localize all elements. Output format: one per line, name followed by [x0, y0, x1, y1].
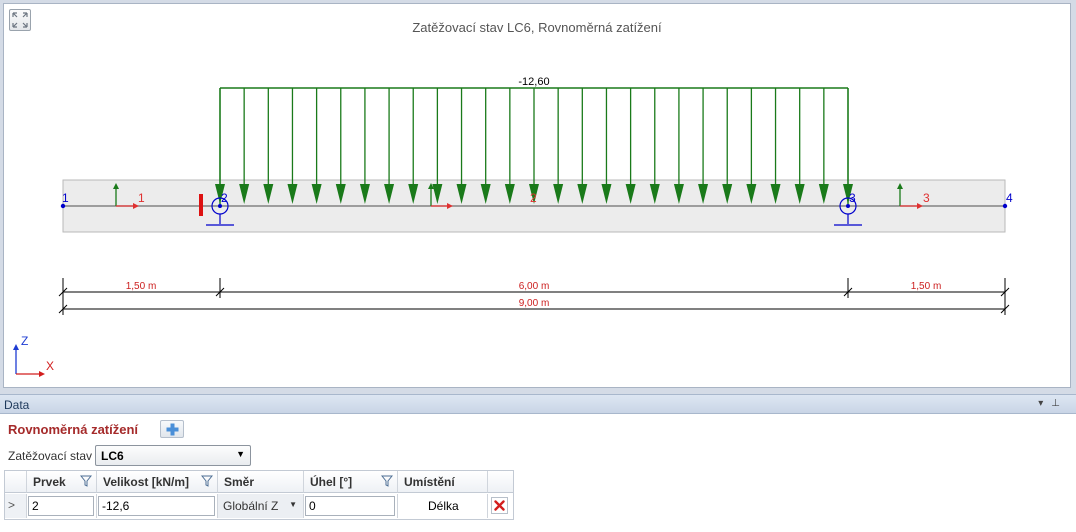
- chevron-down-icon: ▼: [289, 500, 297, 509]
- column-header-uhel[interactable]: Úhel [°]: [304, 471, 398, 493]
- node-label-3: 3: [849, 191, 856, 205]
- plus-icon: [166, 423, 179, 436]
- column-header-prvek[interactable]: Prvek: [27, 471, 97, 493]
- global-axis-icon: [13, 344, 45, 377]
- cell-uhel[interactable]: 0: [304, 494, 398, 518]
- dimension-span-3: 1,50 m: [911, 281, 942, 292]
- loads-table: Prvek Velikost [kN/m] Směr Úhel [°] Umís…: [4, 470, 514, 520]
- row-indicator-icon: >: [8, 498, 16, 512]
- node-label-1: 1: [62, 191, 69, 205]
- cell-prvek[interactable]: 2: [27, 494, 97, 518]
- add-load-button[interactable]: [160, 420, 184, 438]
- dimension-total: 9,00 m: [519, 298, 550, 309]
- model-viewport[interactable]: Zatěžovací stav LC6, Rovnoměrná zatížení…: [3, 3, 1071, 388]
- section-title: Rovnoměrná zatížení: [8, 422, 139, 437]
- panel-pin-icon[interactable]: ⊥: [1051, 398, 1068, 409]
- dimension-span-2: 6,00 m: [519, 281, 550, 292]
- column-header-actions: [488, 471, 513, 493]
- delete-row-button[interactable]: [491, 497, 508, 514]
- cell-umisteni[interactable]: Délka: [398, 494, 488, 518]
- row-selector[interactable]: >: [5, 494, 27, 518]
- filter-icon[interactable]: [201, 475, 213, 487]
- column-header-velikost[interactable]: Velikost [kN/m]: [97, 471, 218, 493]
- member-label-1: 1: [138, 191, 145, 205]
- cell-actions: [488, 494, 513, 518]
- member-label-2: 2: [530, 191, 537, 205]
- data-panel-title: Data: [4, 398, 30, 412]
- filter-icon[interactable]: [381, 475, 393, 487]
- load-case-value: LC6: [101, 449, 124, 463]
- panel-menu-icon[interactable]: ▾: [1038, 398, 1051, 409]
- data-panel: Data ▾⊥ Rovnoměrná zatížení Zatěžovací s…: [0, 394, 1076, 532]
- cell-velikost[interactable]: -12,6: [97, 494, 218, 518]
- load-case-select[interactable]: LC6 ▼: [95, 445, 251, 466]
- row-header-corner: [5, 471, 27, 493]
- column-header-umisteni[interactable]: Umístění: [398, 471, 488, 493]
- chevron-down-icon: ▼: [236, 449, 245, 459]
- axis-x-label: X: [46, 359, 54, 373]
- node-label-2: 2: [221, 191, 228, 205]
- dimension-span-1: 1,50 m: [126, 281, 157, 292]
- load-value-label: -12,60: [518, 76, 549, 88]
- column-header-smer[interactable]: Směr: [218, 471, 304, 493]
- filter-icon[interactable]: [80, 475, 92, 487]
- axis-z-label: Z: [21, 334, 28, 348]
- hinge-marker: [199, 194, 203, 216]
- member-label-3: 3: [923, 191, 930, 205]
- structure-drawing: -12,60 1 2 3 1 2 3 4 1,50 m 6,00 m 1,50 …: [13, 76, 1013, 377]
- delete-icon: [494, 500, 505, 511]
- node-label-4: 4: [1006, 191, 1013, 205]
- cell-smer-dropdown[interactable]: Globální Z ▼: [218, 494, 304, 518]
- load-case-label: Zatěžovací stav: [8, 449, 93, 463]
- data-panel-header: Data ▾⊥: [0, 394, 1076, 414]
